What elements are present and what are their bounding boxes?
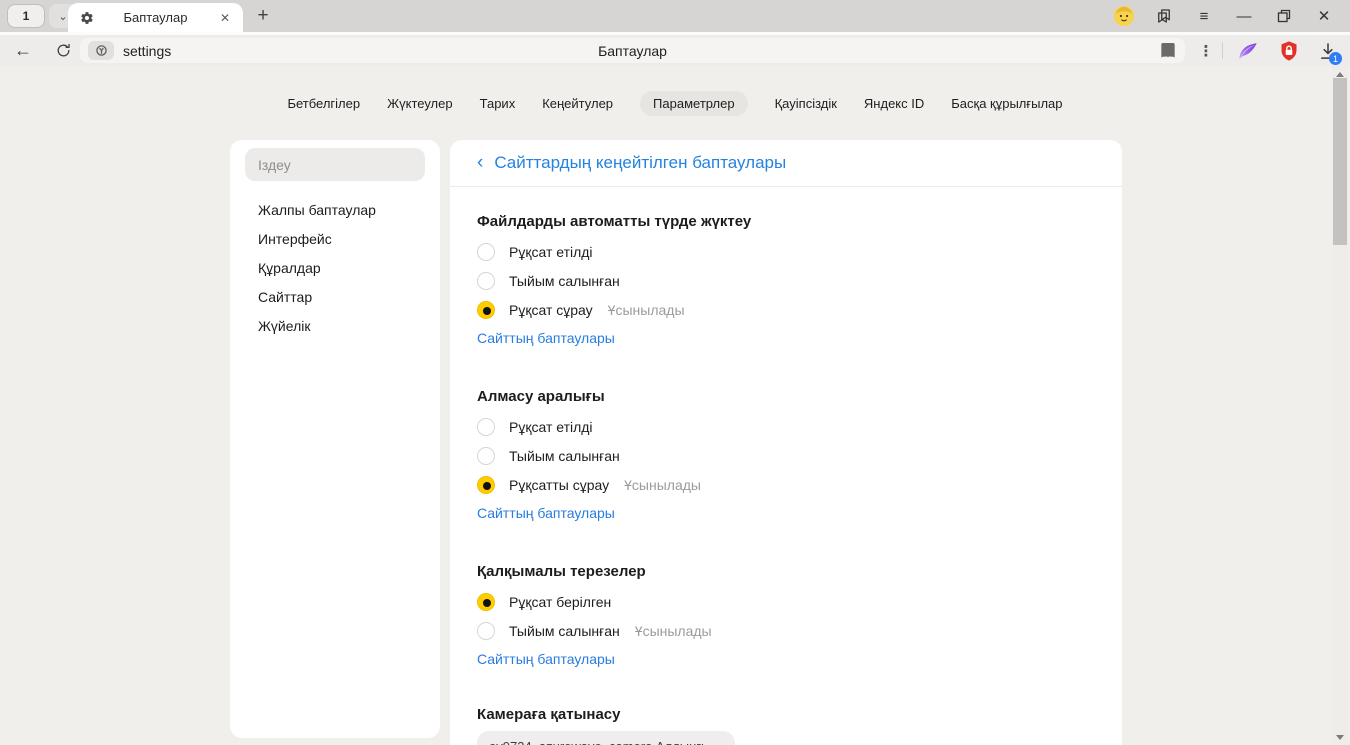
back-button[interactable]: ←: [6, 35, 40, 66]
sidebar-item-interface[interactable]: Интерфейс: [230, 224, 440, 253]
side-panels-icon[interactable]: [1144, 0, 1184, 32]
sidebar-item-general[interactable]: Жалпы баптаулар: [230, 195, 440, 224]
download-icon[interactable]: 1: [1313, 35, 1343, 66]
tab-strip: 1 ⌄ Баптаулар ✕ +: [0, 0, 1350, 32]
minimize-button[interactable]: —: [1224, 0, 1264, 32]
omnibox-page-title: Баптаулар: [80, 43, 1185, 59]
radio-option[interactable]: Рұқсат сұрау Ұсынылады: [477, 295, 1092, 324]
nav-tab-yandex-id[interactable]: Яндекс ID: [864, 91, 924, 116]
section-heading: Камераға қатынасу: [477, 705, 1092, 725]
radio-label: Рұқсат етілді: [509, 419, 593, 435]
sidebar-item-system[interactable]: Жүйелік: [230, 311, 440, 340]
radio-label: Тыйым салынған: [509, 273, 620, 289]
page-title: Сайттардың кеңейтілген баптаулары: [494, 153, 786, 173]
chevron-left-icon: ‹: [477, 153, 483, 172]
radio-label: Рұқсат сұрау: [509, 302, 593, 318]
radio-label: Рұқсатты сұрау: [509, 477, 609, 493]
radio-button[interactable]: [477, 272, 495, 290]
close-window-button[interactable]: ✕: [1304, 0, 1344, 32]
radio-option[interactable]: Рұқсат берілген: [477, 587, 1092, 616]
sidebar-list: Жалпы баптаулар Интерфейс Құралдар Сайтт…: [230, 195, 440, 340]
bookmark-flag-icon[interactable]: [1161, 43, 1175, 58]
camera-select-value: ov9734_azurewave_camera Алдыңғы: [489, 739, 708, 745]
url-text: settings: [123, 43, 171, 59]
nav-tab-extensions[interactable]: Кеңейтулер: [542, 91, 613, 116]
radio-label: Рұқсат етілді: [509, 244, 593, 260]
nav-tab-history[interactable]: Тарих: [480, 91, 516, 116]
toolbar: ← settings Баптаулар: [0, 32, 1350, 66]
nav-tab-other-devices[interactable]: Басқа құрылғылар: [951, 91, 1062, 116]
section-camera: Камераға қатынасу ov9734_azurewave_camer…: [477, 705, 1092, 745]
radio-option[interactable]: Рұқсат етілді: [477, 412, 1092, 441]
site-settings-link[interactable]: Сайттың баптаулары: [477, 503, 615, 523]
window-controls: ≡ — ✕: [1104, 0, 1344, 32]
site-favicon-badge: [88, 41, 114, 60]
reload-button[interactable]: [46, 35, 80, 66]
radio-option[interactable]: Рұқсатты сұрау Ұсынылады: [477, 470, 1092, 499]
download-count-badge: 1: [1329, 52, 1342, 65]
recommended-badge: Ұсынылады: [608, 302, 685, 318]
avatar: [1113, 5, 1135, 27]
sidebar-item-sites[interactable]: Сайттар: [230, 282, 440, 311]
section-heading: Қалқымалы терезелер: [477, 562, 1092, 582]
radio-button[interactable]: [477, 593, 495, 611]
settings-content: ‹ Сайттардың кеңейтілген баптаулары Файл…: [450, 140, 1122, 745]
nav-tab-security[interactable]: Қауіпсіздік: [775, 91, 837, 116]
radio-option[interactable]: Рұқсат етілді: [477, 237, 1092, 266]
radio-button[interactable]: [477, 418, 495, 436]
section-heading: Алмасу аралығы: [477, 387, 1092, 407]
radio-option[interactable]: Тыйым салынған Ұсынылады: [477, 616, 1092, 645]
sidebar-search: [245, 148, 425, 181]
section-auto-download: Файлдарды автоматты түрде жүктеу Рұқсат …: [477, 212, 1092, 348]
radio-button[interactable]: [477, 476, 495, 494]
radio-button[interactable]: [477, 301, 495, 319]
search-input[interactable]: [245, 148, 425, 181]
settings-page: Бетбелгілер Жүктеулер Тарих Кеңейтулер П…: [0, 66, 1350, 745]
radio-label: Тыйым салынған: [509, 448, 620, 464]
nav-tab-downloads[interactable]: Жүктеулер: [387, 91, 453, 116]
new-tab-button[interactable]: +: [250, 3, 276, 29]
content-body: Файлдарды автоматты түрде жүктеу Рұқсат …: [450, 212, 1122, 745]
radio-button[interactable]: [477, 447, 495, 465]
section-heading: Файлдарды автоматты түрде жүктеу: [477, 212, 1092, 232]
active-tab[interactable]: Баптаулар ✕: [68, 3, 243, 32]
settings-sidebar: Жалпы баптаулар Интерфейс Құралдар Сайтт…: [230, 140, 440, 738]
site-settings-link[interactable]: Сайттың баптаулары: [477, 328, 615, 348]
recommended-badge: Ұсынылады: [624, 477, 701, 493]
maximize-restore-button[interactable]: [1264, 0, 1304, 32]
site-settings-link[interactable]: Сайттың баптаулары: [477, 649, 615, 669]
toolbar-divider: [1222, 42, 1223, 59]
nav-tab-bookmarks[interactable]: Бетбелгілер: [287, 91, 360, 116]
menu-hamburger-icon[interactable]: ≡: [1184, 0, 1224, 32]
chevron-down-icon: ⌄: [715, 741, 723, 745]
url-bar[interactable]: settings Баптаулар: [80, 38, 1185, 63]
gear-icon: [80, 11, 94, 25]
browser-window: 1 ⌄ Баптаулар ✕ +: [0, 0, 1350, 745]
section-popups: Қалқымалы терезелер Рұқсат берілген Тыйы…: [477, 562, 1092, 669]
radio-button[interactable]: [477, 243, 495, 261]
radio-option[interactable]: Тыйым салынған: [477, 266, 1092, 295]
kebab-menu-icon[interactable]: ⋮: [1196, 35, 1216, 66]
scrollbar-down-arrow[interactable]: [1332, 731, 1348, 743]
tab-counter-button[interactable]: 1: [7, 4, 45, 28]
section-clipboard: Алмасу аралығы Рұқсат етілді Тыйым салын…: [477, 387, 1092, 523]
neuro-feather-icon[interactable]: [1233, 35, 1263, 66]
settings-nav-tabs: Бетбелгілер Жүктеулер Тарих Кеңейтулер П…: [0, 91, 1350, 116]
tab-close-icon[interactable]: ✕: [217, 9, 233, 27]
advanced-site-settings-header[interactable]: ‹ Сайттардың кеңейтілген баптаулары: [450, 140, 1122, 187]
scrollbar: [1332, 66, 1348, 745]
radio-option[interactable]: Тыйым салынған: [477, 441, 1092, 470]
protect-shield-icon[interactable]: [1274, 35, 1304, 66]
camera-device-select[interactable]: ov9734_azurewave_camera Алдыңғы ⌄: [477, 731, 735, 745]
profile-avatar[interactable]: [1104, 0, 1144, 32]
sidebar-item-tools[interactable]: Құралдар: [230, 253, 440, 282]
scrollbar-thumb[interactable]: [1333, 78, 1347, 245]
radio-label: Рұқсат берілген: [509, 594, 611, 610]
recommended-badge: Ұсынылады: [635, 623, 712, 639]
tab-title: Баптаулар: [94, 10, 217, 25]
radio-button[interactable]: [477, 622, 495, 640]
nav-tab-settings[interactable]: Параметрлер: [640, 91, 748, 116]
radio-label: Тыйым салынған: [509, 623, 620, 639]
